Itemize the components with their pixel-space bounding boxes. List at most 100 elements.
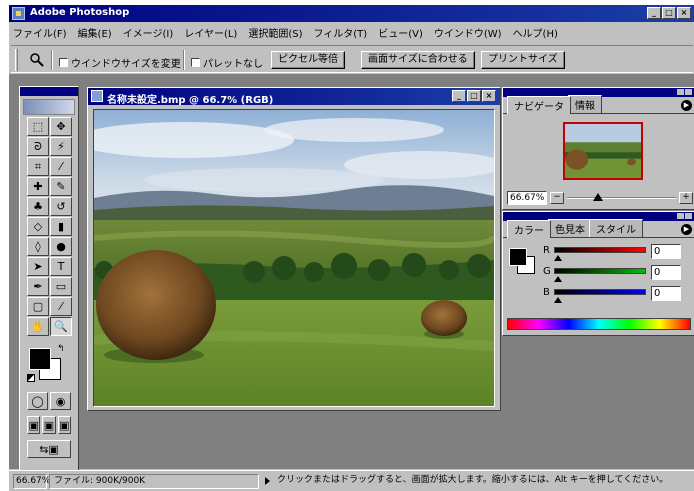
eraser-tool[interactable]: ◇ [27,217,49,236]
zoom-slider[interactable] [567,192,676,204]
marquee-tool[interactable]: ⬚ [27,117,49,136]
quickmask-mode-button[interactable]: ◉ [50,392,71,410]
status-menu-arrow-icon[interactable] [265,477,270,485]
green-channel-slider-thumb[interactable] [554,276,562,282]
color-spectrum-bar[interactable] [507,318,691,330]
brush-tool[interactable]: ✎ [50,177,72,196]
menu-image[interactable]: イメージ(I) [123,25,174,40]
green-channel-label: G [543,266,551,277]
menu-view[interactable]: ビュー(V) [378,25,423,40]
red-channel-bar[interactable] [554,247,646,253]
tab-navigator[interactable]: ナビゲータ [507,96,571,114]
navigator-thumbnail [565,124,641,178]
full-screen-menu-button[interactable]: ▣ [42,416,56,434]
image-canvas[interactable] [93,109,495,407]
swap-colors-icon[interactable]: ↰ [57,344,65,354]
standard-mode-button[interactable]: ◯ [27,392,48,410]
crop-tool[interactable]: ⌗ [27,157,49,176]
eyedropper-tool[interactable]: ⁄ [50,297,72,316]
color-panel-foreground[interactable] [509,248,527,266]
history-brush-tool[interactable]: ↺ [50,197,72,216]
navigator-preview[interactable] [563,122,643,180]
navigator-panel: ナビゲータ 情報 ▶ 66.67% − + [502,87,694,210]
navigator-minimize-button[interactable] [677,89,684,95]
red-channel-input[interactable]: 0 [651,244,681,259]
tab-swatches[interactable]: 色見本 [548,219,592,237]
type-tool[interactable]: T [50,257,72,276]
toolbox-title-bar[interactable] [20,87,78,96]
print-size-button[interactable]: プリントサイズ [481,51,565,69]
lasso-tool[interactable]: ᘐ [27,137,49,156]
doc-maximize-button[interactable]: □ [467,90,481,102]
navigator-tabs: ナビゲータ 情報 ▶ [503,95,694,114]
navigator-zoom-field[interactable]: 66.67% [507,191,547,205]
tab-styles[interactable]: スタイル [589,219,643,237]
status-hint-text: クリックまたはドラッグすると、画面が拡大します。縮小するには、Alt キーを押し… [277,475,669,485]
color-menu-arrow-icon[interactable]: ▶ [681,224,692,235]
blue-channel-bar[interactable] [554,289,646,295]
navigator-close-button[interactable] [685,89,692,95]
blue-channel-input[interactable]: 0 [651,286,681,301]
pen-tool[interactable]: ✒ [27,277,49,296]
full-screen-button[interactable]: ▣ [57,416,71,434]
zoom-icon [30,53,44,67]
status-document-info[interactable]: ファイル: 900K/900K [49,474,259,489]
zoom-slider-thumb[interactable] [593,193,603,201]
screen-mode-buttons: ▣ ▣ ▣ [20,410,78,434]
menu-layer[interactable]: レイヤー(L) [184,25,237,40]
dodge-tool[interactable]: ● [50,237,72,256]
foreground-color[interactable] [29,348,51,370]
path-selection-tool[interactable]: ➤ [27,257,49,276]
navigator-menu-arrow-icon[interactable]: ▶ [681,100,692,111]
actual-pixels-button[interactable]: ピクセル等倍 [271,51,345,69]
shape-tool[interactable]: ▭ [50,277,72,296]
maximize-button[interactable]: □ [662,7,676,19]
color-panel: カラー 色見本 スタイル ▶ R 0 G 0 B 0 [502,211,694,336]
blue-channel-slider-thumb[interactable] [554,297,562,303]
jump-to-imageready-button[interactable]: ⇆▣ [27,440,71,458]
color-close-button[interactable] [685,213,692,219]
minimize-button[interactable]: _ [647,7,661,19]
document-title-bar[interactable]: 名称未設定.bmp @ 66.7% (RGB) _ □ × [88,88,500,106]
close-button[interactable]: × [677,7,691,19]
menu-edit[interactable]: 編集(E) [78,25,112,40]
red-channel-slider-thumb[interactable] [554,255,562,261]
doc-minimize-button[interactable]: _ [452,90,466,102]
default-colors-icon[interactable] [27,374,35,382]
slice-tool[interactable]: ⁄ [50,157,72,176]
stamp-tool[interactable]: ♣ [27,197,49,216]
zoom-out-button[interactable]: − [550,192,564,204]
menu-filter[interactable]: フィルタ(T) [313,25,367,40]
menu-select[interactable]: 選択範囲(S) [248,25,302,40]
no-palettes-option[interactable]: パレットなし [191,55,263,70]
menu-file[interactable]: ファイル(F) [13,25,67,40]
gradient-tool[interactable]: ▮ [50,217,72,236]
menu-help[interactable]: ヘルプ(H) [513,25,558,40]
zoom-tool[interactable]: 🔍 [50,317,72,336]
blur-tool[interactable]: ◊ [27,237,49,256]
no-palettes-checkbox[interactable] [191,58,200,67]
magic-wand-tool[interactable]: ⚡ [50,137,72,156]
tab-info[interactable]: 情報 [568,95,602,113]
move-tool[interactable]: ✥ [50,117,72,136]
status-zoom-field[interactable]: 66.67% [13,474,50,489]
hand-tool[interactable]: ✋ [27,317,49,336]
menu-window[interactable]: ウインドウ(W) [434,25,502,40]
resize-window-checkbox[interactable] [59,58,68,67]
tab-color[interactable]: カラー [507,220,551,238]
hay-bale-large [96,250,216,360]
zoom-in-button[interactable]: + [679,192,693,204]
healing-brush-tool[interactable]: ✚ [27,177,49,196]
notes-tool[interactable]: ▢ [27,297,49,316]
options-bar-grip[interactable] [15,49,18,71]
color-minimize-button[interactable] [677,213,684,219]
standard-screen-button[interactable]: ▣ [27,416,41,434]
resize-window-option[interactable]: ウインドウサイズを変更 [59,55,181,70]
green-channel-input[interactable]: 0 [651,265,681,280]
fit-on-screen-button[interactable]: 画面サイズに合わせる [361,51,475,69]
photoshop-app-icon[interactable] [12,7,25,20]
doc-close-button[interactable]: × [482,90,496,102]
adobe-online-logo[interactable] [23,99,75,115]
tool-grid: ⬚ ✥ ᘐ ⚡ ⌗ ⁄ ✚ ✎ ♣ ↺ ◇ ▮ ◊ ● ➤ T ✒ ▭ ▢ ⁄ ✋ 🔍 [20,117,78,336]
green-channel-bar[interactable] [554,268,646,274]
